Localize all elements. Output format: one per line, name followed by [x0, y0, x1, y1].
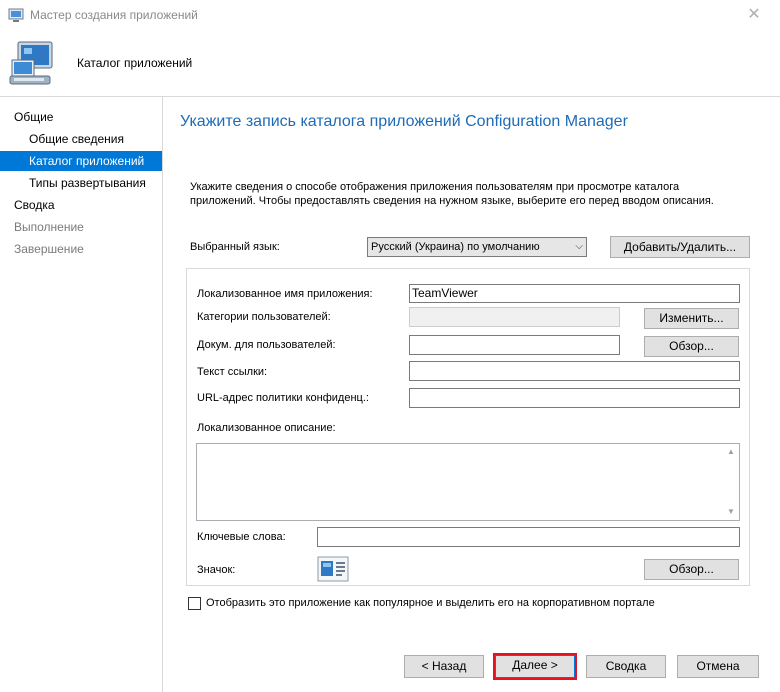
user-categories-label: Категории пользователей:: [197, 311, 331, 323]
summary-button[interactable]: Сводка: [586, 655, 666, 678]
language-label: Выбранный язык:: [190, 241, 280, 253]
link-text-label: Текст ссылки:: [197, 366, 268, 378]
sidebar-item-label: Выполнение: [14, 220, 84, 234]
privacy-url-label: URL-адрес политики конфиденц.:: [197, 392, 369, 404]
icon-label: Значок:: [197, 564, 236, 576]
header-title: Каталог приложений: [77, 56, 193, 70]
language-select[interactable]: Русский (Украина) по умолчанию ⌵: [367, 237, 587, 257]
sidebar-item-label: Типы развертывания: [29, 176, 146, 190]
next-button[interactable]: Далее >: [493, 653, 577, 680]
localized-description-label: Локализованное описание:: [197, 422, 336, 434]
back-button[interactable]: < Назад: [404, 655, 484, 678]
language-select-value: Русский (Украина) по умолчанию: [371, 241, 540, 253]
sidebar-item-label: Общие сведения: [29, 132, 124, 146]
window-title: Мастер создания приложений: [30, 8, 198, 22]
user-docs-input[interactable]: [409, 335, 620, 355]
featured-app-checkbox[interactable]: [188, 597, 201, 610]
sidebar-item-general[interactable]: Общие: [0, 107, 162, 127]
featured-app-checkbox-label[interactable]: Отобразить это приложение как популярное…: [206, 597, 655, 609]
app-icon-preview: [317, 556, 349, 582]
sidebar-item-label: Общие: [14, 110, 54, 124]
scroll-down-icon[interactable]: ▼: [723, 504, 739, 520]
localized-description-textarea[interactable]: ▲ ▼: [196, 443, 740, 521]
scroll-up-icon[interactable]: ▲: [723, 444, 739, 460]
keywords-input[interactable]: [317, 527, 740, 547]
privacy-url-input[interactable]: [409, 388, 740, 408]
app-name-input[interactable]: TeamViewer: [409, 284, 740, 303]
browse-docs-button[interactable]: Обзор...: [644, 336, 739, 357]
keywords-label: Ключевые слова:: [197, 531, 286, 543]
wizard-steps-sidebar: Общие Общие сведения Каталог приложений …: [0, 97, 163, 692]
sidebar-item-summary[interactable]: Сводка: [0, 195, 162, 215]
sidebar-item-label: Завершение: [14, 242, 84, 256]
title-bar: Мастер создания приложений ✕: [0, 0, 780, 30]
cancel-button[interactable]: Отмена: [677, 655, 759, 678]
sidebar-item-label: Каталог приложений: [29, 154, 145, 168]
chevron-down-icon: ⌵: [575, 241, 583, 252]
localized-description-value: [197, 444, 739, 448]
change-categories-button[interactable]: Изменить...: [644, 308, 739, 329]
computer-icon: [9, 41, 53, 85]
sidebar-item-app-catalog[interactable]: Каталог приложений: [0, 151, 162, 171]
user-categories-field: [409, 307, 620, 327]
description-scrollbar[interactable]: ▲ ▼: [723, 444, 739, 520]
page-description: Укажите сведения о способе отображения п…: [190, 181, 714, 207]
sidebar-item-completion: Завершение: [0, 239, 162, 259]
page-title: Укажите запись каталога приложений Confi…: [180, 113, 628, 130]
sidebar-item-deployment-types[interactable]: Типы развертывания: [0, 173, 162, 193]
browse-icon-button[interactable]: Обзор...: [644, 559, 739, 580]
user-docs-label: Докум. для пользователей:: [197, 339, 336, 351]
close-icon[interactable]: ✕: [742, 3, 766, 27]
app-wizard-icon: [8, 8, 24, 22]
sidebar-item-general-info[interactable]: Общие сведения: [0, 129, 162, 149]
sidebar-item-progress: Выполнение: [0, 217, 162, 237]
sidebar-item-label: Сводка: [14, 198, 55, 212]
wizard-header: Каталог приложений: [0, 30, 780, 97]
link-text-input[interactable]: [409, 361, 740, 381]
app-name-label: Локализованное имя приложения:: [197, 288, 373, 300]
add-remove-language-button[interactable]: Добавить/Удалить...: [610, 236, 750, 258]
